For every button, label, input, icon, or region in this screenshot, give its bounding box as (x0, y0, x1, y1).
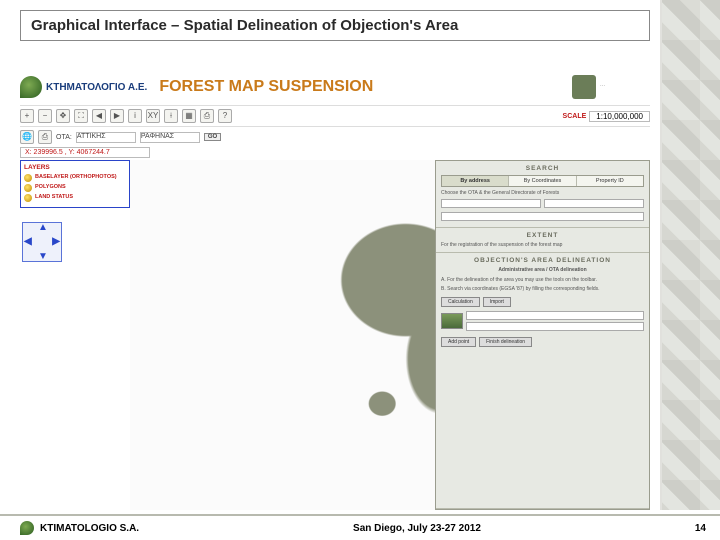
search-row: 🌐 ⎙ ΟΤΑ: ΑΤΤΙΚΗΣ ΡΑΦΗΝΑΣ GO (20, 127, 650, 147)
finish-button[interactable]: Finish delineation (479, 337, 532, 347)
ota-label: ΟΤΑ: (56, 134, 72, 141)
next-extent-icon[interactable]: ▶ (110, 109, 124, 123)
add-point-button[interactable]: Add point (441, 337, 476, 347)
table-icon[interactable]: ▦ (182, 109, 196, 123)
left-sidebar: LAYERS BASELAYER (ORTHOPHOTOS) POLYGONS … (20, 160, 130, 510)
scale-display: SCALE 1:10,000,000 (563, 111, 650, 122)
pan-control[interactable]: ▲ ▼ ◀ ▶ (22, 222, 62, 262)
layers-panel: LAYERS BASELAYER (ORTHOPHOTOS) POLYGONS … (20, 160, 130, 208)
pan-north-icon[interactable]: ▲ (38, 222, 48, 233)
zoom-in-icon[interactable]: + (20, 109, 34, 123)
coord-y-input[interactable] (466, 322, 644, 331)
slide-title: Graphical Interface – Spatial Delineatio… (20, 10, 650, 41)
globe-icon[interactable]: 🌐 (20, 130, 34, 144)
extent-section: EXTENT For the registration of the suspe… (436, 228, 649, 254)
visibility-icon[interactable] (24, 184, 32, 192)
visibility-icon[interactable] (24, 174, 32, 182)
ota-select-2[interactable]: ΡΑΦΗΝΑΣ (140, 132, 200, 143)
pan-west-icon[interactable]: ◀ (24, 236, 32, 247)
brand-glyph-icon (20, 76, 42, 98)
region-select[interactable] (441, 199, 541, 208)
institution-icon (572, 75, 596, 99)
identify-icon[interactable]: i (128, 109, 142, 123)
xy-icon[interactable]: XY (146, 109, 160, 123)
footer-logo-icon (20, 521, 34, 535)
measure-icon[interactable]: ⟊ (164, 109, 178, 123)
brand-logo: ΚΤΗΜΑΤΟΛΟΓΙΟ Α.Ε. (20, 76, 147, 98)
delin-step-b: B. Search via coordinates (EGSA '87) by … (441, 286, 644, 293)
layers-heading: LAYERS (24, 164, 126, 171)
full-extent-icon[interactable]: ⛶ (74, 109, 88, 123)
ota-select-1[interactable]: ΑΤΤΙΚΗΣ (76, 132, 136, 143)
search-header: SEARCH (441, 165, 644, 172)
slide-footer: KTIMATOLOGIO S.A. San Diego, July 23-27 … (0, 514, 720, 540)
layer-item[interactable]: LAND STATUS (24, 194, 126, 202)
app-title: FOREST MAP SUSPENSION (159, 78, 560, 96)
layer-item[interactable]: POLYGONS (24, 184, 126, 192)
footer-org: KTIMATOLOGIO S.A. (40, 523, 139, 534)
institution-logo: ··· (572, 75, 650, 99)
tab-by-coordinates[interactable]: By Coordinates (509, 176, 576, 186)
tab-by-address[interactable]: By address (442, 176, 509, 186)
address-input[interactable] (441, 212, 644, 221)
footer-page: 14 (695, 523, 706, 534)
delin-thumb-1 (441, 313, 463, 329)
directorate-select[interactable] (544, 199, 644, 208)
go-button[interactable]: GO (204, 133, 221, 141)
coord-readout: X: 239996.5 , Y: 4067244.7 (20, 147, 150, 158)
layer-label: POLYGONS (35, 184, 66, 190)
scale-value: 1:10,000,000 (589, 111, 650, 122)
visibility-icon[interactable] (24, 194, 32, 202)
layer-item[interactable]: BASELAYER (ORTHOPHOTOS) (24, 174, 126, 182)
right-panel: SEARCH By address By Coordinates Propert… (435, 160, 650, 510)
pan-icon[interactable]: ✥ (56, 109, 70, 123)
scale-label: SCALE (563, 113, 587, 120)
coord-x-input[interactable] (466, 311, 644, 320)
layer-label: LAND STATUS (35, 194, 73, 200)
help-icon[interactable]: ? (218, 109, 232, 123)
print2-icon[interactable]: ⎙ (38, 130, 52, 144)
delin-step-a: A. For the delineation of the area you m… (441, 277, 644, 284)
toolbar: + − ✥ ⛶ ◀ ▶ i XY ⟊ ▦ ⎙ ? SCALE 1:10,000,… (20, 105, 650, 127)
brand-text: ΚΤΗΜΑΤΟΛΟΓΙΟ Α.Ε. (46, 82, 147, 93)
layer-label: BASELAYER (ORTHOPHOTOS) (35, 174, 117, 180)
pan-south-icon[interactable]: ▼ (38, 251, 48, 262)
delineation-subheader: Administrative area / OTA delineation (441, 267, 644, 274)
extent-header: EXTENT (441, 232, 644, 239)
print-icon[interactable]: ⎙ (200, 109, 214, 123)
app-header: ΚΤΗΜΑΤΟΛΟΓΙΟ Α.Ε. FOREST MAP SUSPENSION … (20, 71, 650, 105)
delineation-header: OBJECTION'S AREA DELINEATION (441, 257, 644, 264)
map-canvas[interactable]: ΚΤΗΜΑΤΟΛΟΓΙΟ Α.Ε. SEARCH By address By C… (130, 160, 650, 510)
search-tabs: By address By Coordinates Property ID (441, 175, 644, 187)
pan-east-icon[interactable]: ▶ (52, 236, 60, 247)
footer-venue: San Diego, July 23-27 2012 (353, 523, 481, 534)
tab-by-property[interactable]: Property ID (577, 176, 643, 186)
main-area: LAYERS BASELAYER (ORTHOPHOTOS) POLYGONS … (20, 160, 650, 510)
slide: Graphical Interface – Spatial Delineatio… (0, 0, 720, 540)
delineation-section: OBJECTION'S AREA DELINEATION Administrat… (436, 253, 649, 509)
search-section: SEARCH By address By Coordinates Propert… (436, 161, 649, 228)
import-button[interactable]: Import (483, 297, 511, 307)
gis-app: ΚΤΗΜΑΤΟΛΟΓΙΟ Α.Ε. FOREST MAP SUSPENSION … (20, 71, 650, 510)
extent-hint: For the registration of the suspension o… (441, 242, 644, 249)
prev-extent-icon[interactable]: ◀ (92, 109, 106, 123)
calc-button[interactable]: Calculation (441, 297, 480, 307)
institution-text: ··· (600, 84, 650, 90)
zoom-out-icon[interactable]: − (38, 109, 52, 123)
